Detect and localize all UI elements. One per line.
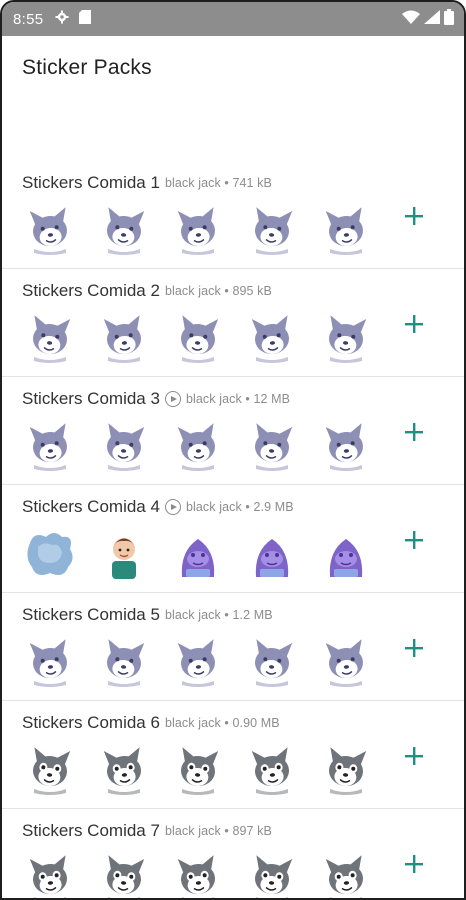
wolf-sticker-icon (320, 637, 372, 687)
sticker-pack-row[interactable]: Stickers Comida 6 black jack • 0.90 MB (2, 701, 464, 809)
sticker-pack-row[interactable]: Stickers Comida 7 black jack • 897 kB (2, 809, 464, 898)
animated-play-icon (164, 499, 181, 515)
wolf-sticker-icon (320, 421, 372, 471)
sd-card-icon (79, 9, 92, 29)
wolf-sticker-icon (24, 205, 76, 255)
husky-sticker-icon (246, 853, 298, 898)
pack-meta: black jack • 897 kB (164, 824, 272, 838)
wolf-sticker-icon (172, 637, 224, 687)
plus-icon (405, 207, 423, 225)
wolf-sticker-icon (98, 313, 150, 363)
purple-character-sticker-icon (172, 529, 224, 579)
husky-sticker-icon (24, 853, 76, 898)
pack-meta: black jack • 895 kB (164, 284, 272, 298)
wifi-icon (402, 10, 420, 29)
husky-sticker-icon (172, 853, 224, 898)
plus-icon (405, 855, 423, 873)
add-pack-button[interactable] (401, 851, 427, 877)
sticker-pack-row[interactable]: Stickers Comida 5 black jack • 1.2 MB (2, 593, 464, 701)
plus-icon (405, 747, 423, 765)
pack-meta: black jack • 12 MB (185, 392, 291, 406)
pack-name: Stickers Comida 4 (22, 497, 160, 516)
pack-meta: black jack • 0.90 MB (164, 716, 280, 730)
purple-character-sticker-icon (320, 529, 372, 579)
sticker-thumbnails (24, 637, 372, 687)
page-title: Sticker Packs (22, 56, 152, 79)
person-sticker-icon (98, 529, 150, 579)
add-pack-button[interactable] (401, 743, 427, 769)
sticker-thumbnails (24, 529, 372, 579)
sticker-pack-row[interactable]: Stickers Comida 4 black jack • 2.9 MB (2, 485, 464, 593)
wolf-sticker-icon (246, 637, 298, 687)
husky-sticker-icon (172, 745, 224, 795)
plus-icon (405, 639, 423, 657)
pack-name: Stickers Comida 7 (22, 821, 160, 840)
pack-header: Stickers Comida 5 black jack • 1.2 MB (22, 605, 273, 625)
pack-name: Stickers Comida 1 (22, 173, 160, 192)
add-pack-button[interactable] (401, 203, 427, 229)
wolf-sticker-icon (172, 313, 224, 363)
pack-name: Stickers Comida 3 (22, 389, 160, 408)
add-pack-button[interactable] (401, 635, 427, 661)
status-time: 8:55 (13, 10, 44, 28)
husky-sticker-icon (98, 745, 150, 795)
sticker-pack-row[interactable]: Stickers Comida 1 black jack • 741 kB (2, 161, 464, 269)
wolf-sticker-icon (98, 637, 150, 687)
sticker-thumbnails (24, 421, 372, 471)
animated-play-icon (164, 391, 181, 407)
pack-meta: black jack • 2.9 MB (185, 500, 294, 514)
wolf-sticker-icon (24, 421, 76, 471)
pack-name: Stickers Comida 5 (22, 605, 160, 624)
wolf-sticker-icon (246, 313, 298, 363)
wolf-sticker-icon (320, 205, 372, 255)
plus-icon (405, 423, 423, 441)
pack-header: Stickers Comida 3 black jack • 12 MB (22, 389, 290, 409)
wolf-sticker-icon (98, 205, 150, 255)
add-pack-button[interactable] (401, 311, 427, 337)
pack-header: Stickers Comida 6 black jack • 0.90 MB (22, 713, 280, 733)
pack-header: Stickers Comida 2 black jack • 895 kB (22, 281, 272, 301)
wolf-sticker-icon (98, 421, 150, 471)
pack-name: Stickers Comida 6 (22, 713, 160, 732)
husky-sticker-icon (320, 853, 372, 898)
sticker-pack-list: Stickers Comida 1 black jack • 741 kB Stic… (2, 161, 464, 898)
pack-meta: black jack • 741 kB (164, 176, 272, 190)
sticker-thumbnails (24, 313, 372, 363)
battery-icon (444, 8, 454, 30)
plus-icon (405, 315, 423, 333)
sticker-pack-row[interactable]: Stickers Comida 3 black jack • 12 MB (2, 377, 464, 485)
wolf-sticker-icon (246, 421, 298, 471)
status-bar: 8:55 (2, 2, 464, 36)
add-pack-button[interactable] (401, 527, 427, 553)
purple-character-sticker-icon (246, 529, 298, 579)
husky-sticker-icon (24, 745, 76, 795)
sticker-pack-row[interactable]: Stickers Comida 2 black jack • 895 kB (2, 269, 464, 377)
add-pack-button[interactable] (401, 419, 427, 445)
sticker-thumbnails (24, 853, 372, 898)
wolf-sticker-icon (246, 205, 298, 255)
pack-meta: black jack • 1.2 MB (164, 608, 273, 622)
wolf-sticker-icon (24, 637, 76, 687)
signal-icon (424, 9, 440, 29)
wolf-sticker-icon (172, 205, 224, 255)
wolf-sticker-icon (320, 313, 372, 363)
sticker-thumbnails (24, 745, 372, 795)
wolf-sticker-icon (172, 421, 224, 471)
splash-sticker-icon (24, 529, 76, 579)
husky-sticker-icon (320, 745, 372, 795)
pack-header: Stickers Comida 1 black jack • 741 kB (22, 173, 272, 193)
pack-header: Stickers Comida 7 black jack • 897 kB (22, 821, 272, 841)
gear-icon (55, 10, 69, 29)
app-frame: 8:55 Sticker Packs Stickers Comida 1 bla… (0, 0, 466, 900)
plus-icon (405, 531, 423, 549)
pack-name: Stickers Comida 2 (22, 281, 160, 300)
husky-sticker-icon (246, 745, 298, 795)
husky-sticker-icon (98, 853, 150, 898)
sticker-thumbnails (24, 205, 372, 255)
pack-header: Stickers Comida 4 black jack • 2.9 MB (22, 497, 294, 517)
wolf-sticker-icon (24, 313, 76, 363)
